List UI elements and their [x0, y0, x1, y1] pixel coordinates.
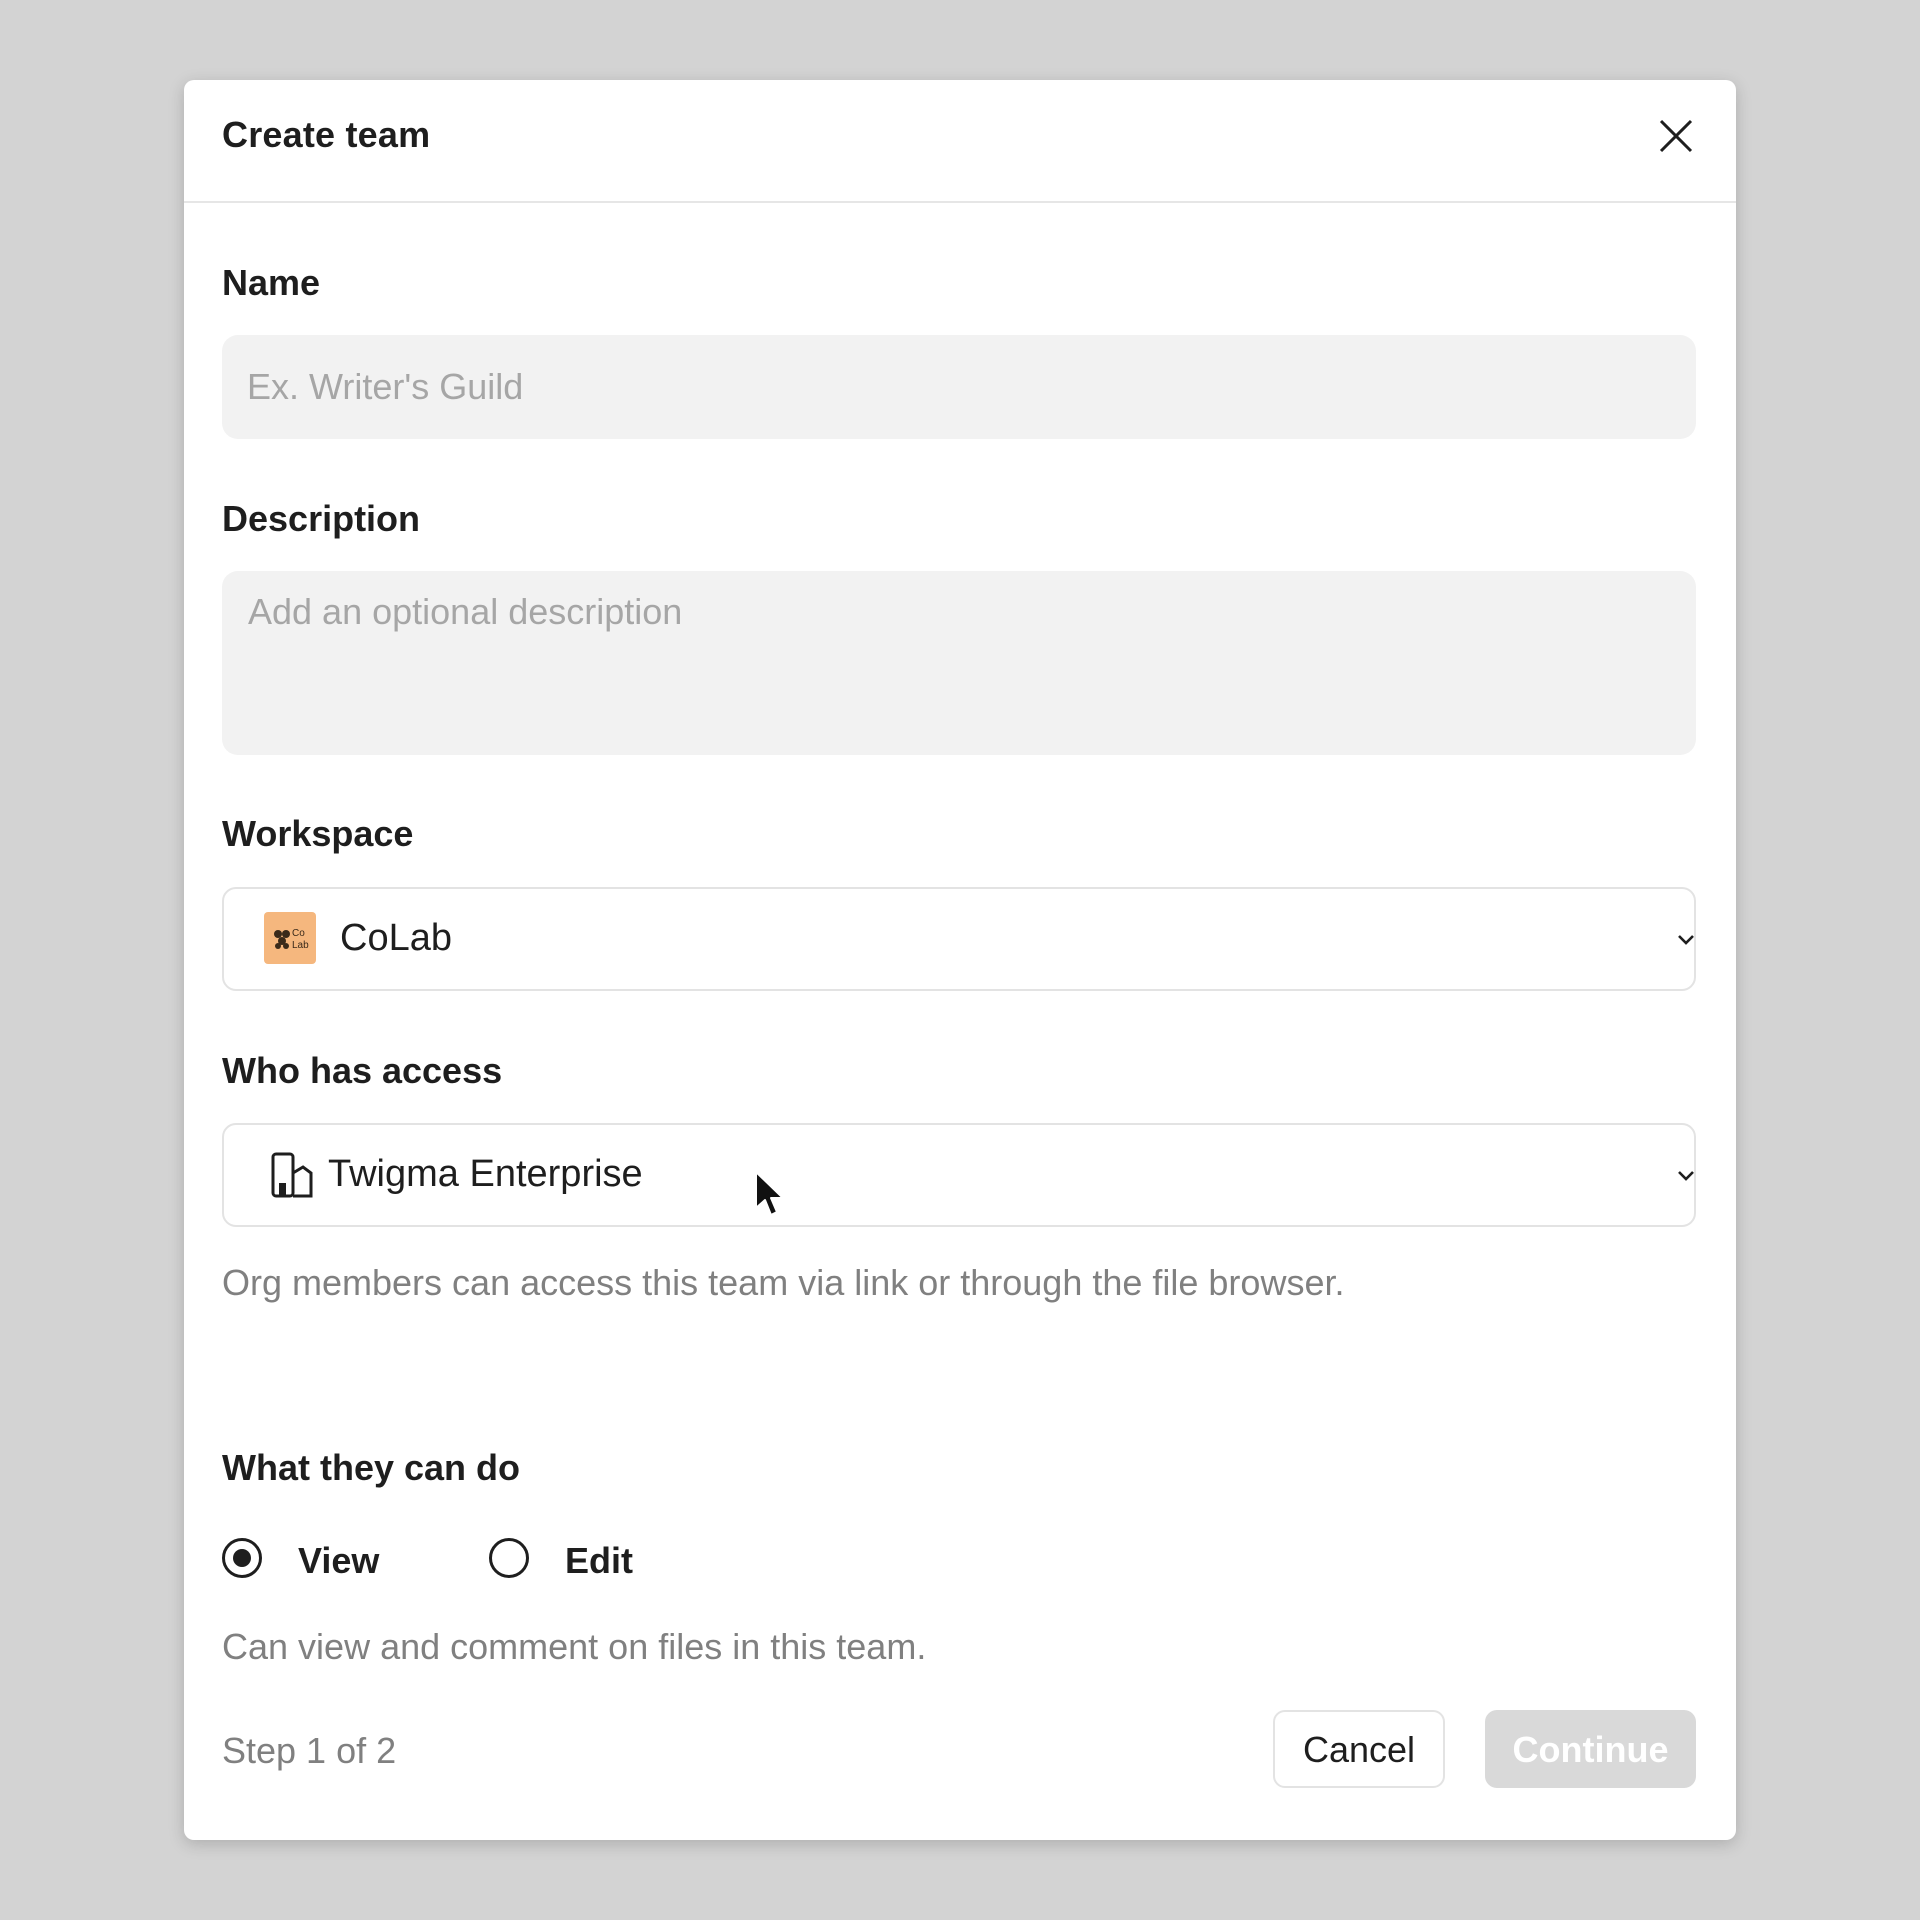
name-input[interactable] [222, 335, 1696, 439]
permissions-helper-text: Can view and comment on files in this te… [222, 1626, 927, 1667]
organization-icon [271, 1152, 313, 1198]
description-input[interactable] [222, 571, 1696, 755]
radio-view-label: View [298, 1540, 380, 1581]
workspace-label: Workspace [222, 813, 414, 854]
colab-logo-icon: Co Lab [264, 912, 316, 964]
workspace-value: CoLab [340, 917, 452, 959]
svg-text:Co: Co [292, 928, 305, 939]
radio-selected-dot [233, 1549, 251, 1567]
radio-view-button[interactable] [222, 1538, 262, 1578]
access-helper-text: Org members can access this team via lin… [222, 1262, 1345, 1303]
dialog-title: Create team [222, 114, 431, 155]
access-value: Twigma Enterprise [328, 1153, 643, 1195]
radio-edit-button[interactable] [489, 1538, 529, 1578]
permissions-label: What they can do [222, 1447, 521, 1488]
cancel-button[interactable]: Cancel [1273, 1710, 1445, 1788]
access-label: Who has access [222, 1050, 503, 1091]
svg-text:Lab: Lab [292, 940, 309, 951]
name-label: Name [222, 262, 321, 303]
description-label: Description [222, 498, 421, 539]
continue-button[interactable]: Continue [1485, 1710, 1696, 1788]
mouse-cursor-icon [755, 1171, 784, 1216]
chevron-down-icon [1678, 935, 1694, 945]
chevron-down-icon [1678, 1171, 1694, 1181]
workspace-select[interactable]: Co Lab CoLab [222, 887, 1696, 991]
close-icon [1659, 119, 1693, 153]
radio-edit-label: Edit [565, 1540, 633, 1581]
create-team-dialog: Create team Name Description Workspace C… [184, 80, 1736, 1840]
close-button[interactable] [1652, 112, 1700, 160]
step-indicator: Step 1 of 2 [222, 1730, 397, 1771]
dialog-header: Create team [184, 80, 1736, 203]
access-select[interactable]: Twigma Enterprise [222, 1123, 1696, 1227]
